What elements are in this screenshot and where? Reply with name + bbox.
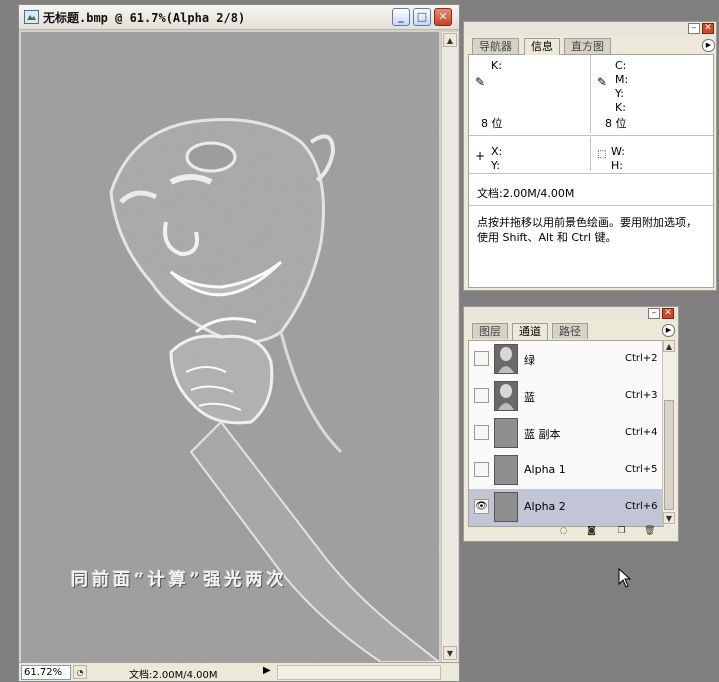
bit-depth-right: 8 位 (605, 117, 627, 130)
channel-thumbnail (494, 492, 518, 522)
load-selection-icon[interactable]: ◌ (558, 526, 569, 536)
visibility-toggle[interactable] (474, 462, 489, 477)
channel-row[interactable]: 绿 Ctrl+2 (469, 341, 663, 379)
channel-shortcut: Ctrl+6 (625, 501, 658, 512)
x-label: X: (491, 145, 503, 158)
channel-thumbnail (494, 344, 518, 374)
k-label-left: K: (491, 59, 502, 72)
photoshop-document-icon (24, 10, 39, 24)
eye-icon[interactable]: 👁 (474, 499, 489, 514)
channel-row[interactable]: 蓝 副本 Ctrl+4 (469, 415, 663, 453)
info-doc-size: 文档:2.00M/4.00M (477, 187, 575, 200)
document-titlebar[interactable]: 无标题.bmp @ 61.7%(Alpha 2/8) _ □ ✕ (19, 5, 459, 30)
visibility-toggle[interactable] (474, 388, 489, 403)
vertical-scrollbar[interactable]: ▲ ▼ (441, 32, 458, 662)
status-menu-arrow-icon[interactable]: ▶ (263, 665, 271, 676)
c-label: C: (615, 59, 627, 72)
status-options-icon[interactable]: ◔ (73, 665, 87, 679)
channel-name: 蓝 (524, 391, 535, 404)
eyedropper-icon: ✎ (475, 75, 486, 89)
tab-layers[interactable]: 图层 (472, 323, 508, 339)
panel-minimize-icon[interactable]: – (648, 308, 660, 319)
coords-divider (590, 137, 591, 171)
channel-row[interactable]: 蓝 Ctrl+3 (469, 378, 663, 416)
channel-name: Alpha 1 (524, 463, 566, 476)
channel-name: Alpha 2 (524, 500, 566, 513)
channel-thumbnail (494, 455, 518, 485)
k-label-right: K: (615, 101, 626, 114)
scroll-thumb[interactable] (664, 400, 674, 510)
maximize-icon: □ (416, 10, 428, 23)
readout-divider-h3 (469, 205, 713, 206)
channel-thumbnail (494, 418, 518, 448)
tab-info[interactable]: 信息 (524, 38, 560, 55)
crosshair-icon: + (475, 149, 486, 163)
channel-shortcut: Ctrl+4 (625, 427, 658, 438)
channel-row[interactable]: Alpha 1 Ctrl+5 (469, 452, 663, 490)
tool-hint-text: 点按并拖移以用前景色绘画。要用附加选项，使用 Shift、Alt 和 Ctrl … (477, 216, 697, 244)
horizontal-scrollbar[interactable] (277, 665, 441, 680)
info-panel-header[interactable]: – ✕ (464, 22, 716, 36)
save-selection-icon[interactable]: ◙ (586, 526, 597, 536)
h-label: H: (611, 159, 623, 172)
bit-depth-left: 8 位 (481, 117, 503, 130)
channel-name: 绿 (524, 354, 535, 367)
tab-histogram[interactable]: 直方图 (564, 38, 611, 54)
maximize-button[interactable]: □ (413, 8, 431, 26)
document-window: 无标题.bmp @ 61.7%(Alpha 2/8) _ □ ✕ 同前面“计算”… (18, 4, 460, 682)
channel-row[interactable]: 👁 Alpha 2 Ctrl+6 (469, 489, 663, 526)
readout-divider (590, 55, 591, 133)
status-doc-size: 文档:2.00M/4.00M (129, 670, 218, 681)
trash-icon[interactable]: 🗑 (644, 526, 655, 536)
channel-shortcut: Ctrl+5 (625, 464, 658, 475)
panel-minimize-icon[interactable]: – (688, 23, 700, 34)
readout-divider-h2 (469, 173, 713, 174)
image-caption-text: 同前面“计算”强光两次 (71, 570, 288, 590)
channel-thumbnail (494, 381, 518, 411)
panel-close-icon[interactable]: ✕ (662, 308, 674, 319)
selection-size-icon: ⬚ (597, 149, 607, 160)
scroll-down-icon[interactable]: ▼ (443, 646, 457, 660)
scroll-up-icon[interactable]: ▲ (443, 33, 457, 47)
new-channel-icon[interactable]: ❐ (616, 526, 627, 536)
channel-name: 蓝 副本 (524, 428, 561, 441)
channel-shortcut: Ctrl+3 (625, 390, 658, 401)
y-coord-label: Y: (491, 159, 500, 172)
visibility-toggle[interactable] (474, 351, 489, 366)
panel-close-icon[interactable]: ✕ (702, 23, 714, 34)
mouse-pointer-icon (618, 568, 632, 588)
channel-list-scrollbar[interactable]: ▲ ▼ (662, 340, 676, 525)
readout-divider-h1 (469, 135, 713, 136)
info-panel: – ✕ 导航器 信息 直方图 ▶ K: ✎ 8 位 C: M: Y: K: ✎ … (463, 21, 717, 291)
document-status-bar: 61.72% ◔ 文档:2.00M/4.00M ▶ (19, 662, 459, 681)
tab-channels[interactable]: 通道 (512, 323, 548, 340)
close-button[interactable]: ✕ (434, 8, 452, 26)
channel-shortcut: Ctrl+2 (625, 353, 658, 364)
minimize-icon: _ (398, 10, 404, 23)
zoom-level-field[interactable]: 61.72% (21, 665, 71, 680)
scroll-up-icon[interactable]: ▲ (663, 340, 675, 352)
info-readout-area: K: ✎ 8 位 C: M: Y: K: ✎ 8 位 + X: Y: ⬚ W: … (468, 54, 714, 288)
panel-menu-icon[interactable]: ▶ (662, 324, 675, 337)
minimize-button[interactable]: _ (392, 8, 410, 26)
y-label: Y: (615, 87, 624, 100)
scroll-down-icon[interactable]: ▼ (663, 512, 675, 524)
panel-menu-icon[interactable]: ▶ (702, 39, 715, 52)
tab-navigator[interactable]: 导航器 (472, 38, 519, 54)
channels-panel: – ✕ 图层 通道 路径 ▶ 绿 Ctrl+2 蓝 Ctrl+3 蓝 副本 Ctrl+4 A… (463, 306, 679, 542)
w-label: W: (611, 145, 625, 158)
tab-paths[interactable]: 路径 (552, 323, 588, 339)
channel-list: 绿 Ctrl+2 蓝 Ctrl+3 蓝 副本 Ctrl+4 Alpha 1 Ctrl+5 👁 Al… (468, 340, 664, 527)
document-title: 无标题.bmp @ 61.7%(Alpha 2/8) (43, 11, 246, 25)
visibility-toggle[interactable] (474, 425, 489, 440)
channels-footer: ◌ ◙ ❐ 🗑 (468, 525, 674, 539)
close-icon: ✕ (438, 10, 448, 23)
m-label: M: (615, 73, 629, 86)
eyedropper-icon-right: ✎ (597, 75, 608, 89)
channels-panel-header[interactable]: – ✕ (464, 307, 678, 321)
